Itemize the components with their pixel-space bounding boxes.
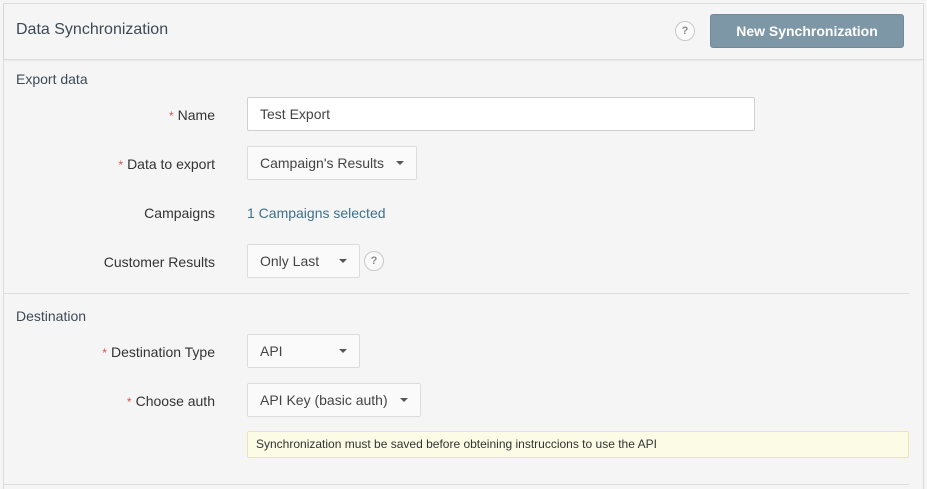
section-divider: [4, 484, 909, 485]
customer-results-label: Customer Results: [103, 254, 215, 270]
caret-down-icon: [399, 398, 408, 403]
required-mark: *: [168, 109, 174, 123]
new-synchronization-button[interactable]: New Synchronization: [710, 14, 904, 48]
campaigns-label: Campaigns: [144, 205, 215, 221]
panel-header: Data Synchronization ? New Synchronizati…: [4, 4, 923, 60]
section-divider: [4, 293, 909, 294]
caret-down-icon: [396, 161, 405, 166]
choose-auth-value: API Key (basic auth): [260, 392, 388, 408]
destination-type-value: API: [260, 343, 283, 359]
destination-type-select[interactable]: API: [247, 334, 360, 368]
caret-down-icon: [338, 349, 347, 354]
name-label: * Name: [168, 107, 215, 123]
choose-auth-label: * Choose auth: [126, 393, 215, 409]
campaigns-selected-link[interactable]: 1 Campaigns selected: [247, 205, 386, 221]
required-mark: *: [102, 346, 107, 360]
data-sync-panel: Data Synchronization ? New Synchronizati…: [3, 3, 924, 489]
caret-down-icon: [339, 259, 348, 264]
customer-results-help-icon[interactable]: ?: [364, 251, 384, 271]
name-input[interactable]: Test Export: [247, 97, 755, 131]
help-icon[interactable]: ?: [675, 21, 695, 41]
destination-section-title: Destination: [16, 308, 87, 324]
choose-auth-select[interactable]: API Key (basic auth): [247, 383, 421, 417]
customer-results-value: Only Last: [260, 253, 320, 269]
customer-results-select[interactable]: Only Last: [247, 244, 360, 278]
required-mark: *: [118, 158, 124, 172]
data-to-export-value: Campaign's Results: [260, 155, 385, 171]
api-notice: Synchronization must be saved before obt…: [247, 431, 909, 458]
data-to-export-label: * Data to export: [118, 156, 215, 172]
destination-type-label: * Destination Type: [102, 344, 215, 360]
data-to-export-select[interactable]: Campaign's Results: [247, 146, 418, 180]
export-data-section-title: Export data: [16, 71, 88, 87]
required-mark: *: [126, 395, 132, 409]
page-title: Data Synchronization: [16, 21, 169, 38]
